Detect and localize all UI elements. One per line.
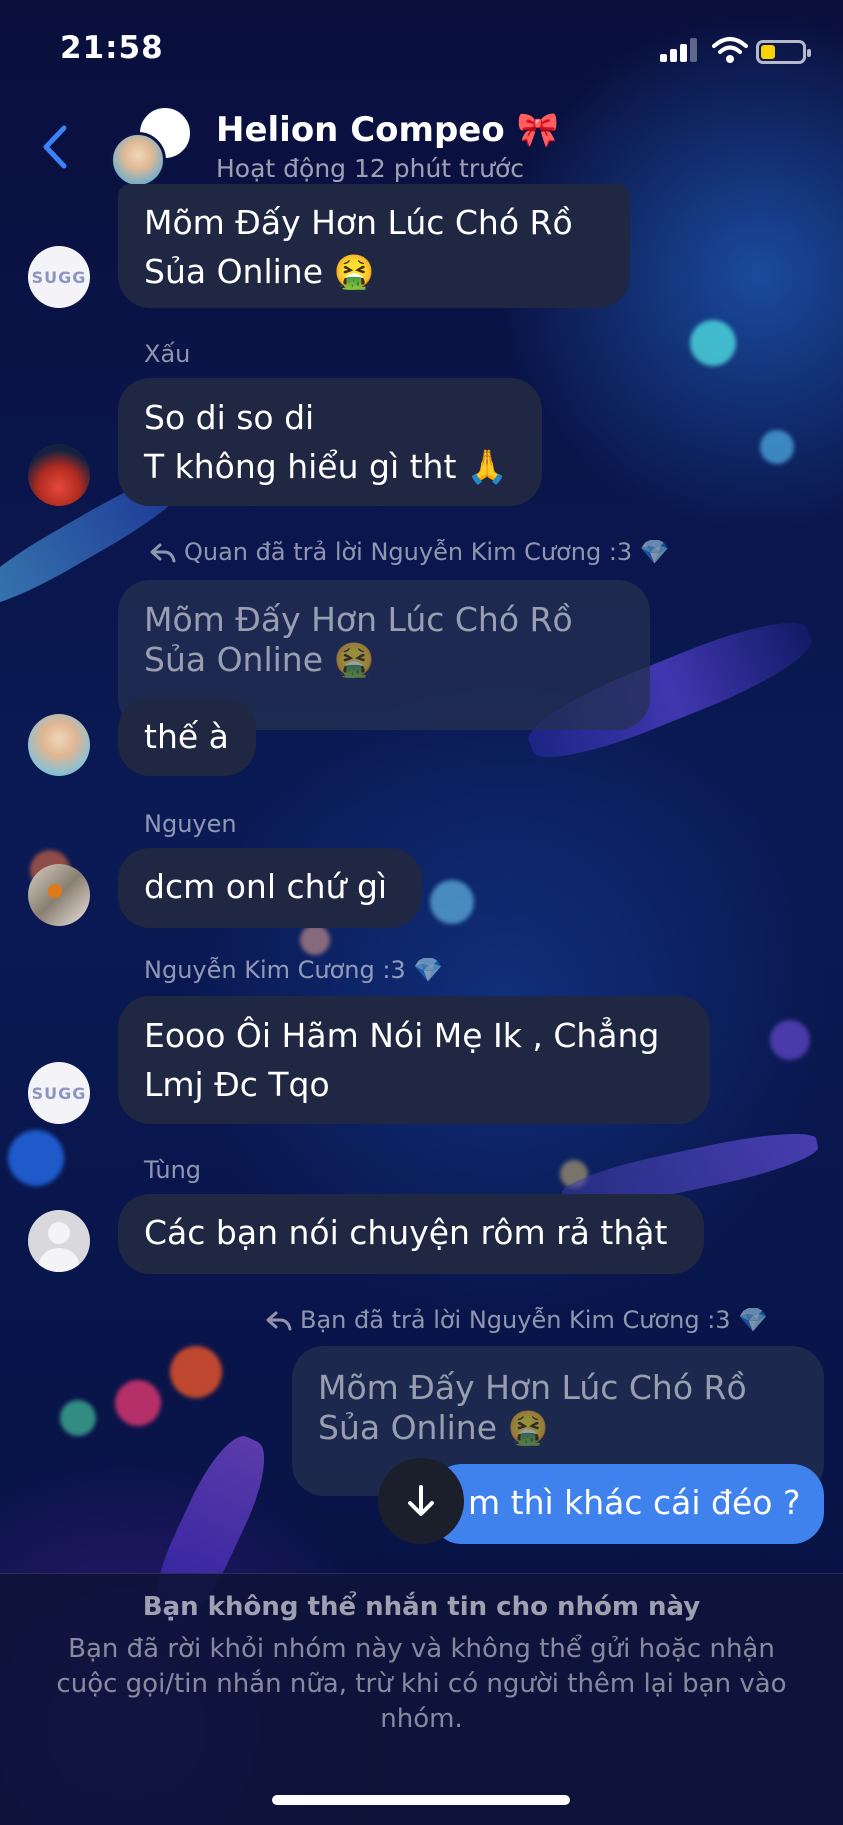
message-bubble[interactable]: So di so di T không hiểu gì tht 🙏 [118, 378, 542, 506]
message-bubble[interactable]: Eooo Ôi Hãm Nói Mẹ Ik , Chẳng Lmj Đc Tqo [118, 996, 710, 1124]
arrow-down-icon [408, 1485, 434, 1516]
message-text: m thì khác cái đéo ? [468, 1483, 801, 1522]
reply-note: Quan đã trả lời Nguyễn Kim Cương :3 💎 [150, 538, 670, 566]
message-text: So di so di T không hiểu gì tht 🙏 [144, 398, 508, 486]
reply-arrow-icon [150, 543, 176, 563]
avatar-sticker-text: SUGG [31, 1083, 87, 1103]
avatar[interactable]: SUGG [28, 246, 90, 308]
notice-title: Bạn không thể nhắn tin cho nhóm này [142, 1592, 701, 1622]
sender-name: Tùng [144, 1156, 202, 1184]
notice-text: Bạn đã rời khỏi nhóm này và không thể gử… [56, 1634, 787, 1734]
message-bubble[interactable]: Các bạn nói chuyện rôm rả thật [118, 1194, 704, 1274]
blocked-composer-notice: Bạn không thể nhắn tin cho nhóm này Bạn … [0, 1573, 843, 1825]
message-bubble[interactable]: dcm onl chứ gì [118, 848, 422, 928]
reply-arrow-icon [266, 1311, 292, 1331]
message-text: Mõm Đấy Hơn Lúc Chó Rồ Sủa Online 🤮 [144, 203, 573, 291]
default-avatar-body [39, 1248, 79, 1272]
message-list[interactable]: Mõm Đấy Hơn Lúc Chó Rồ Sủa Online 🤮 SUGG… [0, 0, 843, 1570]
message-text: Các bạn nói chuyện rôm rả thật [144, 1213, 668, 1252]
avatar[interactable] [28, 444, 90, 506]
scroll-to-bottom-button[interactable] [378, 1458, 464, 1544]
message-bubble[interactable]: thế à [118, 698, 256, 776]
message-text: dcm onl chứ gì [144, 867, 388, 906]
avatar[interactable] [28, 1210, 90, 1272]
default-avatar-head [48, 1222, 70, 1244]
message-bubble[interactable]: Mõm Đấy Hơn Lúc Chó Rồ Sủa Online 🤮 [118, 184, 630, 308]
reply-note: Bạn đã trả lời Nguyễn Kim Cương :3 💎 [266, 1306, 768, 1334]
quoted-text: Mõm Đấy Hơn Lúc Chó Rồ Sủa Online 🤮 [318, 1368, 747, 1447]
avatar[interactable]: SUGG [28, 1062, 90, 1124]
sender-name: Xấu [144, 340, 191, 368]
sender-name: Nguyen [144, 810, 237, 838]
avatar[interactable] [28, 714, 90, 776]
message-text: Eooo Ôi Hãm Nói Mẹ Ik , Chẳng Lmj Đc Tqo [144, 1016, 660, 1104]
avatar[interactable] [28, 864, 90, 926]
home-indicator[interactable] [272, 1795, 570, 1805]
sender-name: Nguyễn Kim Cương :3 💎 [144, 956, 444, 984]
message-text: thế à [144, 717, 229, 756]
avatar-sticker-text: SUGG [31, 267, 87, 287]
my-message-bubble[interactable]: m thì khác cái đéo ? [430, 1464, 824, 1544]
quoted-text: Mõm Đấy Hơn Lúc Chó Rồ Sủa Online 🤮 [144, 600, 573, 679]
